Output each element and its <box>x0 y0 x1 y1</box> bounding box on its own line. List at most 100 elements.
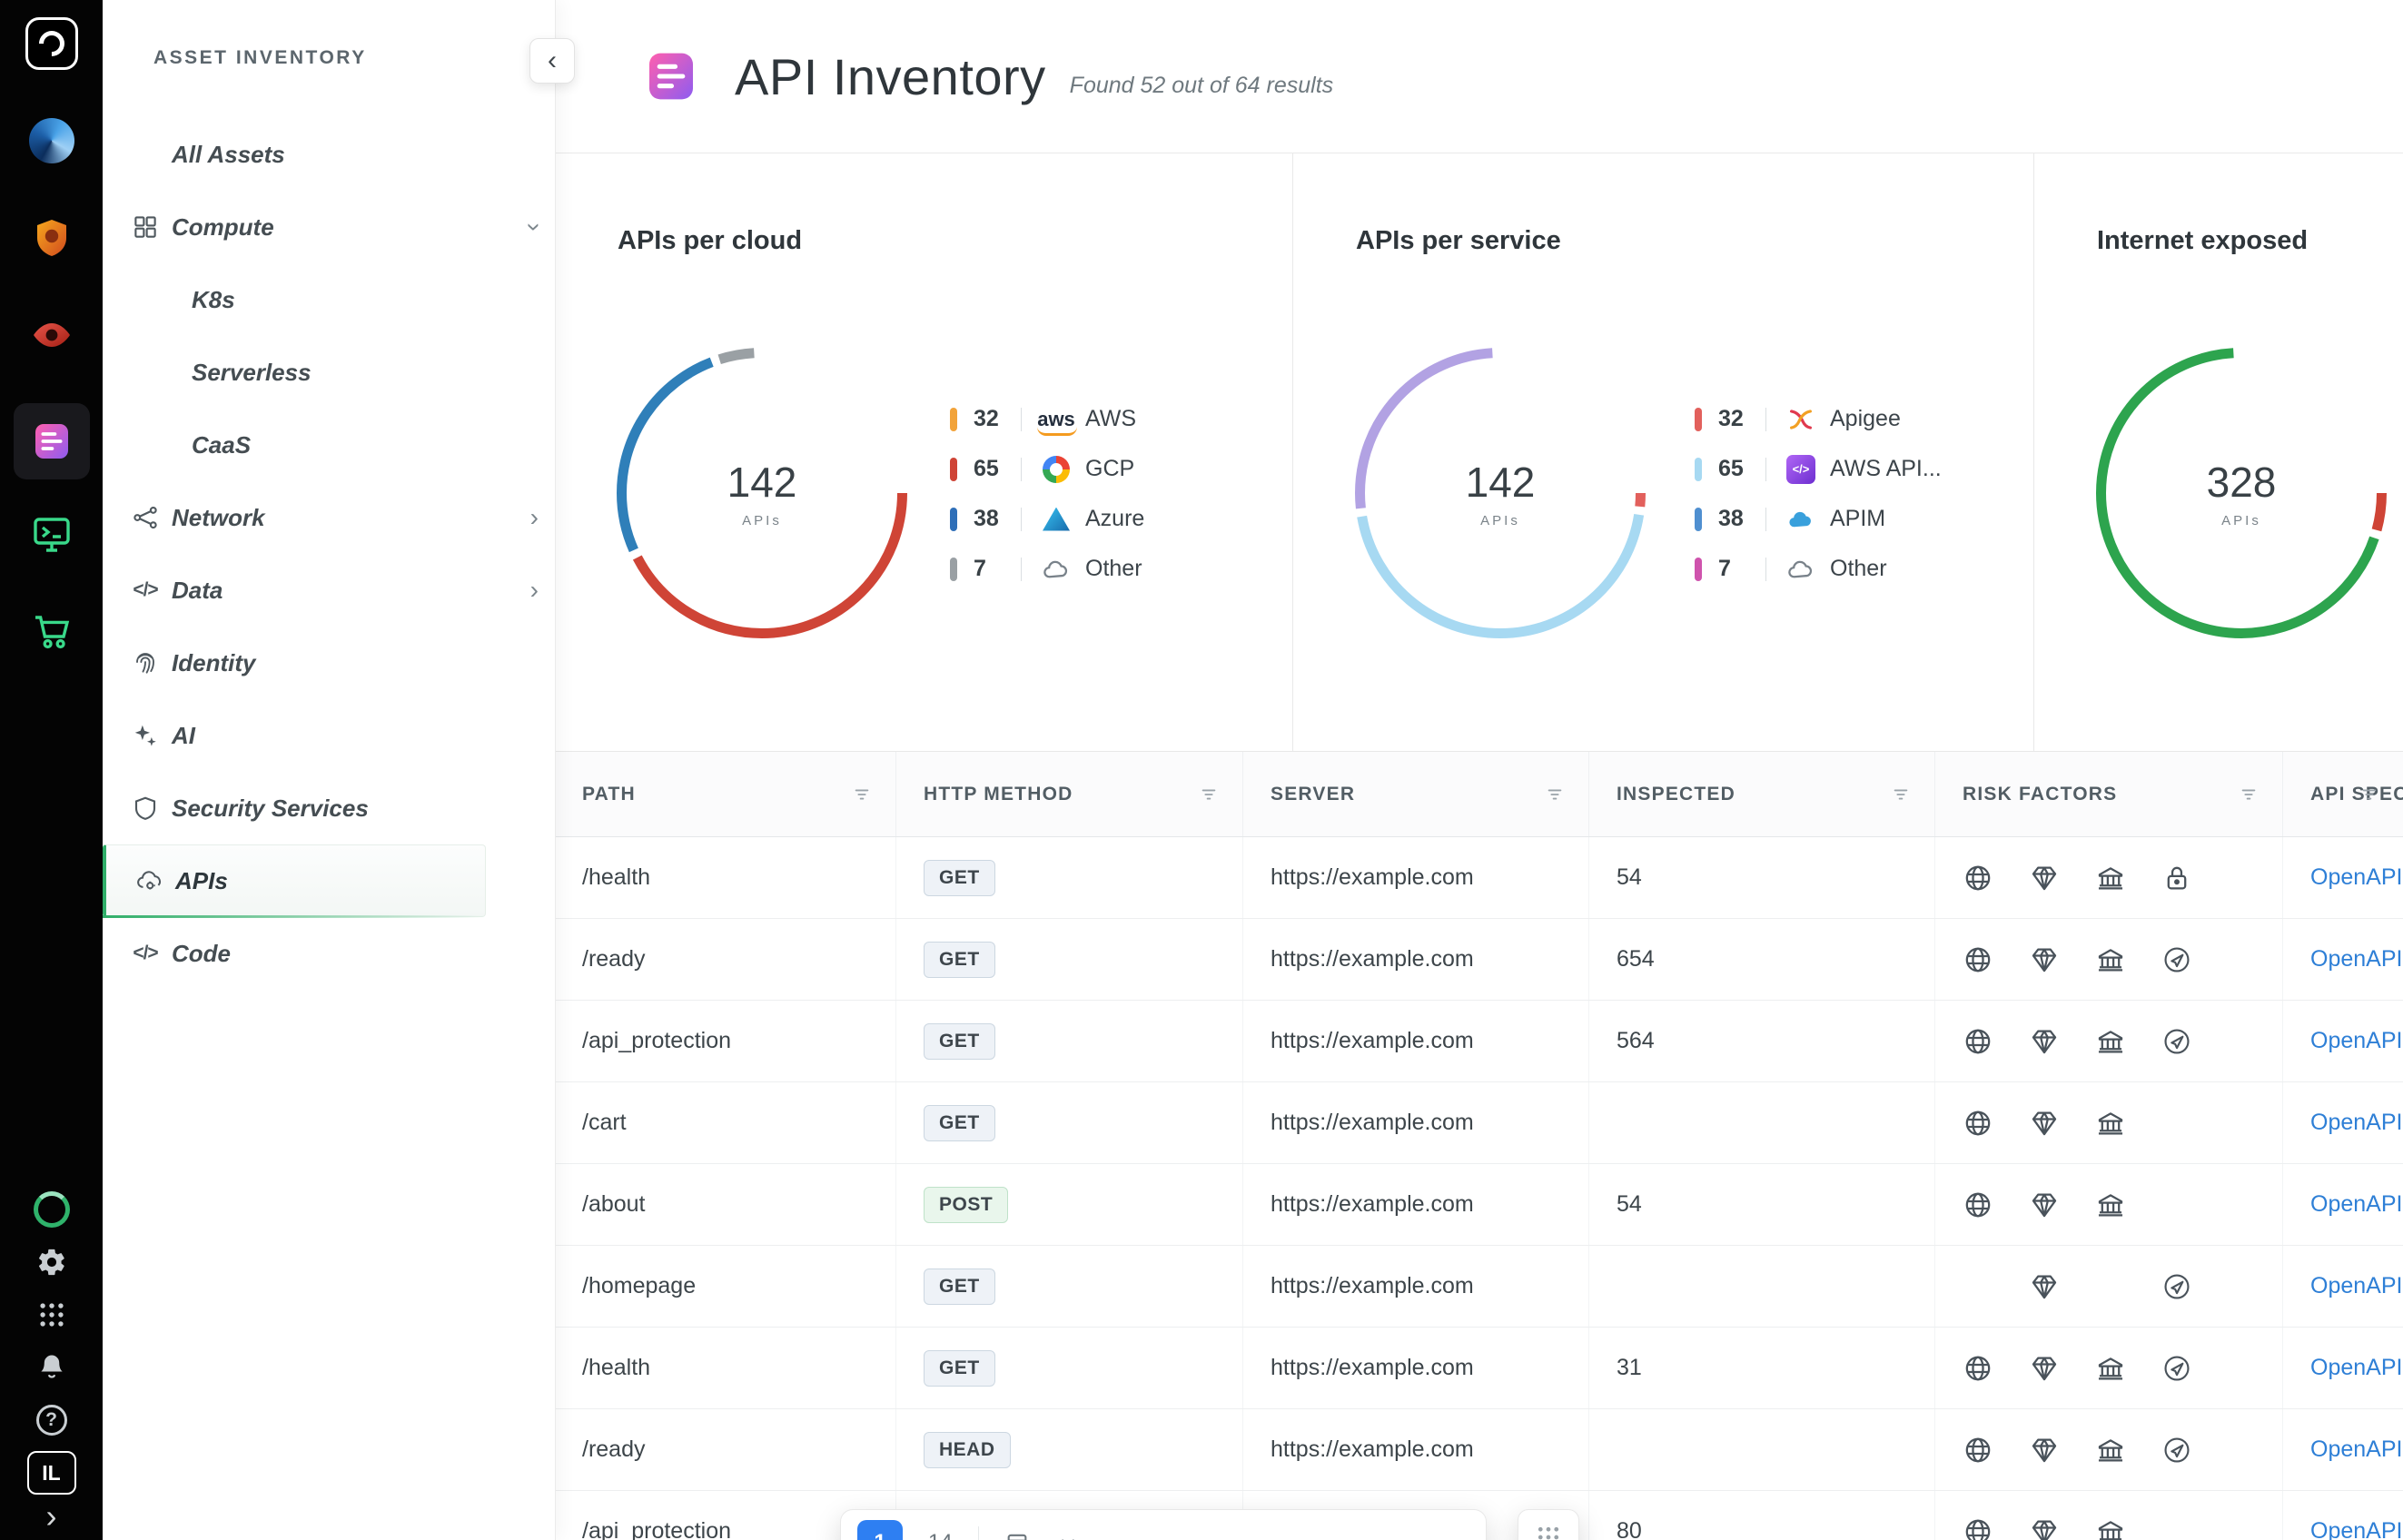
gem-icon[interactable] <box>2029 1353 2095 1384</box>
globe-icon[interactable] <box>1963 1108 2029 1139</box>
filter-icon[interactable] <box>2359 785 2379 805</box>
gear-icon[interactable] <box>32 1242 72 1282</box>
globe-icon[interactable] <box>1963 1516 2029 1540</box>
orca-icon[interactable] <box>23 15 81 73</box>
sidebar-item-all-assets[interactable]: All Assets <box>103 118 555 191</box>
table-row[interactable]: /homepageGEThttps://example.comOpenAPI <box>555 1246 2403 1328</box>
sidebar-item-security-services[interactable]: Security Services <box>103 772 555 844</box>
chevron-right-icon[interactable]: › <box>530 505 539 530</box>
chevron-down-icon[interactable]: › <box>521 222 547 231</box>
openapi-link[interactable]: OpenAPI <box>2310 1191 2402 1218</box>
openapi-link[interactable]: OpenAPI <box>2310 1518 2402 1540</box>
column-header-path[interactable]: PATH <box>555 752 896 836</box>
table-row[interactable]: /cartGEThttps://example.comOpenAPI <box>555 1082 2403 1164</box>
columns-icon[interactable] <box>1004 1530 1030 1540</box>
method-badge: GET <box>924 1269 995 1305</box>
filter-icon[interactable] <box>1545 785 1565 805</box>
globe-icon[interactable] <box>1963 1190 2029 1220</box>
table-row[interactable]: /healthGEThttps://example.com31OpenAPI <box>555 1328 2403 1409</box>
globe-icon[interactable] <box>1963 1353 2029 1384</box>
gem-icon[interactable] <box>2029 1435 2095 1466</box>
column-header-inspected[interactable]: INSPECTED <box>1589 752 1935 836</box>
sidebar-item-ai[interactable]: AI <box>103 699 555 772</box>
method-badge: GET <box>924 1105 995 1141</box>
sidebar-collapse-button[interactable]: ‹ <box>529 38 575 84</box>
openapi-link[interactable]: OpenAPI <box>2310 1436 2402 1463</box>
sidebar-item-identity[interactable]: Identity <box>103 627 555 699</box>
table-row[interactable]: /readyGEThttps://example.com654OpenAPI <box>555 919 2403 1001</box>
sidebar-item-network[interactable]: Network› <box>103 481 555 554</box>
sidebar-item-caas[interactable]: CaaS <box>103 409 555 481</box>
bank-icon[interactable] <box>2095 1190 2161 1220</box>
globe-icon[interactable] <box>1963 944 2029 975</box>
send-icon[interactable] <box>2161 1353 2228 1384</box>
bank-icon[interactable] <box>2095 1026 2161 1057</box>
openapi-link[interactable]: OpenAPI <box>2310 1028 2402 1054</box>
api-doc-icon[interactable] <box>14 403 90 479</box>
pagination-current-page[interactable]: 1 <box>857 1520 903 1540</box>
openapi-link[interactable]: OpenAPI <box>2310 1273 2402 1299</box>
donut-total-label: APIs <box>2221 513 2261 528</box>
bank-icon[interactable] <box>2095 863 2161 893</box>
send-icon[interactable] <box>2161 1026 2228 1057</box>
globe-icon[interactable] <box>1963 863 2029 893</box>
bank-icon[interactable] <box>2095 1516 2161 1540</box>
column-header-server[interactable]: SERVER <box>1243 752 1589 836</box>
filter-icon[interactable] <box>1891 785 1911 805</box>
gem-icon[interactable] <box>2029 944 2095 975</box>
gem-icon[interactable] <box>2029 863 2095 893</box>
globe-icon[interactable] <box>1963 1435 2029 1466</box>
terminal-icon[interactable] <box>23 505 81 563</box>
send-icon[interactable] <box>2161 1435 2228 1466</box>
chevron-down-icon[interactable] <box>1055 1530 1081 1540</box>
gem-icon[interactable] <box>2029 1271 2095 1302</box>
openapi-link[interactable]: OpenAPI <box>2310 1355 2402 1381</box>
sidebar-item-data[interactable]: </>Data› <box>103 554 555 627</box>
column-header-http-method[interactable]: HTTP METHOD <box>896 752 1243 836</box>
user-avatar[interactable]: IL <box>27 1451 76 1495</box>
eye-icon[interactable] <box>23 306 81 364</box>
sidebar-item-serverless[interactable]: Serverless <box>103 336 555 409</box>
openapi-link[interactable]: OpenAPI <box>2310 1110 2402 1136</box>
bank-icon[interactable] <box>2095 1353 2161 1384</box>
table-row[interactable]: /readyHEADhttps://example.comOpenAPI <box>555 1409 2403 1491</box>
floating-panel-button[interactable] <box>1518 1509 1579 1540</box>
apps-icon[interactable] <box>32 1295 72 1335</box>
bell-icon[interactable] <box>32 1348 72 1387</box>
gem-icon[interactable] <box>2029 1190 2095 1220</box>
gem-icon[interactable] <box>2029 1108 2095 1139</box>
filter-icon[interactable] <box>1199 785 1219 805</box>
openapi-link[interactable]: OpenAPI <box>2310 946 2402 972</box>
fingerprint-icon <box>130 647 161 678</box>
gem-icon[interactable] <box>2029 1516 2095 1540</box>
lock-icon[interactable] <box>2161 863 2228 893</box>
chevron-right-icon[interactable]: › <box>530 578 539 603</box>
table-row[interactable]: /aboutPOSThttps://example.com54OpenAPI <box>555 1164 2403 1246</box>
table-row[interactable]: /api_protectionGEThttps://example.com564… <box>555 1001 2403 1082</box>
bank-icon[interactable] <box>2095 1435 2161 1466</box>
globe-icon[interactable] <box>1963 1026 2029 1057</box>
bank-icon[interactable] <box>2095 1108 2161 1139</box>
send-icon[interactable] <box>2161 944 2228 975</box>
send-icon[interactable] <box>2161 1271 2228 1302</box>
column-header-risk-factors[interactable]: RISK FACTORS <box>1935 752 2283 836</box>
radar-icon[interactable] <box>23 112 81 170</box>
filter-icon[interactable] <box>852 785 872 805</box>
bank-icon[interactable] <box>2095 944 2161 975</box>
table-row[interactable]: /healthGEThttps://example.com54OpenAPI <box>555 837 2403 919</box>
column-header-api-spec[interactable]: API SPEC <box>2283 752 2403 836</box>
gem-icon[interactable] <box>2029 1026 2095 1057</box>
openapi-link[interactable]: OpenAPI <box>2310 864 2402 891</box>
sidebar-item-apis[interactable]: APIs <box>103 844 486 917</box>
filter-icon[interactable] <box>2239 785 2259 805</box>
expand-rail-chevron-icon[interactable]: › <box>46 1500 57 1533</box>
orca-ring-icon[interactable] <box>32 1190 72 1229</box>
sidebar-item-compute[interactable]: Compute› <box>103 191 555 263</box>
sidebar-item-k8s[interactable]: K8s <box>103 263 555 336</box>
main-content: API Inventory Found 52 out of 64 results… <box>555 0 2403 1540</box>
legend-marker <box>1695 558 1702 581</box>
cart-icon[interactable] <box>23 602 81 660</box>
help-icon[interactable]: ? <box>32 1400 72 1440</box>
shield-badge-icon[interactable] <box>23 209 81 267</box>
sidebar-item-code[interactable]: </>Code <box>103 917 555 990</box>
